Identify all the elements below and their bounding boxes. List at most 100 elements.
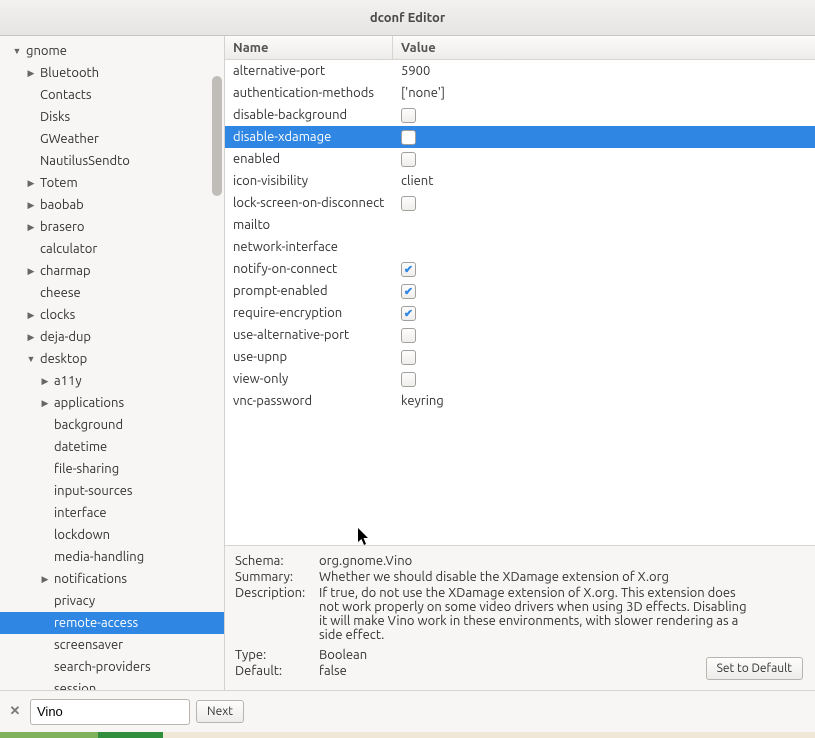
setting-row-enabled[interactable]: enabled — [225, 148, 815, 170]
chevron-right-icon[interactable]: ▶ — [24, 330, 38, 344]
chevron-right-icon[interactable]: ▶ — [24, 66, 38, 80]
tree-item-search-providers[interactable]: search-providers — [0, 656, 224, 678]
tree-item-deja-dup[interactable]: ▶deja-dup — [0, 326, 224, 348]
chevron-right-icon[interactable]: ▶ — [24, 264, 38, 278]
tree-item-desktop[interactable]: ▼desktop — [0, 348, 224, 370]
setting-value[interactable] — [393, 328, 815, 343]
tree-item-label: cheese — [40, 286, 81, 300]
close-icon[interactable]: ✕ — [6, 703, 24, 721]
setting-row-view-only[interactable]: view-only — [225, 368, 815, 390]
chevron-right-icon[interactable]: ▶ — [24, 220, 38, 234]
chevron-down-icon[interactable]: ▼ — [24, 352, 38, 366]
tree-item-session[interactable]: session — [0, 678, 224, 690]
setting-value[interactable]: 5900 — [393, 64, 815, 78]
setting-row-use-alternative-port[interactable]: use-alternative-port — [225, 324, 815, 346]
tree-item-interface[interactable]: interface — [0, 502, 224, 524]
chevron-down-icon[interactable]: ▼ — [10, 44, 24, 58]
setting-row-prompt-enabled[interactable]: prompt-enabled — [225, 280, 815, 302]
next-button[interactable]: Next — [196, 700, 244, 723]
checkbox-icon[interactable] — [401, 130, 416, 145]
setting-row-authentication-methods[interactable]: authentication-methods['none'] — [225, 82, 815, 104]
tree-item-gnome[interactable]: ▼gnome — [0, 40, 224, 62]
tree-item-a11y[interactable]: ▶a11y — [0, 370, 224, 392]
expander-placeholder — [38, 528, 52, 542]
setting-name: prompt-enabled — [225, 284, 393, 298]
expander-placeholder — [38, 638, 52, 652]
checkbox-icon[interactable] — [401, 328, 416, 343]
setting-value[interactable]: keyring — [393, 394, 815, 408]
chevron-right-icon[interactable]: ▶ — [38, 572, 52, 586]
tree-item-file-sharing[interactable]: file-sharing — [0, 458, 224, 480]
chevron-right-icon[interactable]: ▶ — [24, 198, 38, 212]
checkbox-icon[interactable] — [401, 196, 416, 211]
setting-value[interactable] — [393, 372, 815, 387]
chevron-right-icon[interactable]: ▶ — [24, 308, 38, 322]
setting-row-vnc-password[interactable]: vnc-passwordkeyring — [225, 390, 815, 412]
tree-item-gweather[interactable]: GWeather — [0, 128, 224, 150]
setting-value[interactable]: ['none'] — [393, 86, 815, 100]
tree-item-lockdown[interactable]: lockdown — [0, 524, 224, 546]
checkbox-icon[interactable] — [401, 152, 416, 167]
tree-item-contacts[interactable]: Contacts — [0, 84, 224, 106]
tree-item-screensaver[interactable]: screensaver — [0, 634, 224, 656]
tree-item-input-sources[interactable]: input-sources — [0, 480, 224, 502]
setting-row-disable-xdamage[interactable]: disable-xdamage — [225, 126, 815, 148]
tree-item-nautilussendto[interactable]: NautilusSendto — [0, 150, 224, 172]
setting-value[interactable] — [393, 262, 815, 277]
setting-value[interactable]: client — [393, 174, 815, 188]
setting-row-disable-background[interactable]: disable-background — [225, 104, 815, 126]
tree-item-cheese[interactable]: cheese — [0, 282, 224, 304]
tree-item-label: a11y — [54, 374, 82, 388]
tree-item-baobab[interactable]: ▶baobab — [0, 194, 224, 216]
value-description: If true, do not use the XDamage extensio… — [319, 586, 749, 642]
setting-value[interactable] — [393, 196, 815, 211]
checkbox-icon[interactable] — [401, 306, 416, 321]
setting-row-require-encryption[interactable]: require-encryption — [225, 302, 815, 324]
setting-row-network-interface[interactable]: network-interface — [225, 236, 815, 258]
setting-row-mailto[interactable]: mailto — [225, 214, 815, 236]
tree-item-notifications[interactable]: ▶notifications — [0, 568, 224, 590]
set-to-default-button[interactable]: Set to Default — [706, 657, 803, 680]
setting-value[interactable] — [393, 350, 815, 365]
setting-row-use-upnp[interactable]: use-upnp — [225, 346, 815, 368]
tree-item-background[interactable]: background — [0, 414, 224, 436]
setting-row-notify-on-connect[interactable]: notify-on-connect — [225, 258, 815, 280]
tree-item-media-handling[interactable]: media-handling — [0, 546, 224, 568]
chevron-right-icon[interactable]: ▶ — [38, 374, 52, 388]
setting-row-alternative-port[interactable]: alternative-port5900 — [225, 60, 815, 82]
setting-value[interactable] — [393, 284, 815, 299]
tree-item-datetime[interactable]: datetime — [0, 436, 224, 458]
tree-item-brasero[interactable]: ▶brasero — [0, 216, 224, 238]
expander-placeholder — [24, 88, 38, 102]
checkbox-icon[interactable] — [401, 372, 416, 387]
checkbox-icon[interactable] — [401, 284, 416, 299]
tree-item-bluetooth[interactable]: ▶Bluetooth — [0, 62, 224, 84]
tree-item-label: deja-dup — [40, 330, 91, 344]
tree-item-totem[interactable]: ▶Totem — [0, 172, 224, 194]
setting-value[interactable] — [393, 130, 815, 145]
expander-placeholder — [24, 242, 38, 256]
column-header-name[interactable]: Name — [225, 36, 393, 59]
tree-item-privacy[interactable]: privacy — [0, 590, 224, 612]
chevron-right-icon[interactable]: ▶ — [24, 176, 38, 190]
checkbox-icon[interactable] — [401, 108, 416, 123]
setting-value[interactable] — [393, 108, 815, 123]
tree-item-remote-access[interactable]: remote-access — [0, 612, 224, 634]
tree-item-calculator[interactable]: calculator — [0, 238, 224, 260]
search-input[interactable] — [30, 699, 190, 725]
column-header-value[interactable]: Value — [393, 41, 815, 55]
chevron-right-icon[interactable]: ▶ — [38, 396, 52, 410]
tree-item-charmap[interactable]: ▶charmap — [0, 260, 224, 282]
tree-item-disks[interactable]: Disks — [0, 106, 224, 128]
tree-item-label: privacy — [54, 594, 95, 608]
checkbox-icon[interactable] — [401, 262, 416, 277]
sidebar-scrollbar[interactable] — [212, 76, 222, 196]
tree-item-clocks[interactable]: ▶clocks — [0, 304, 224, 326]
setting-value[interactable] — [393, 152, 815, 167]
tree-item-applications[interactable]: ▶applications — [0, 392, 224, 414]
setting-value[interactable] — [393, 306, 815, 321]
checkbox-icon[interactable] — [401, 350, 416, 365]
setting-row-icon-visibility[interactable]: icon-visibilityclient — [225, 170, 815, 192]
expander-placeholder — [38, 616, 52, 630]
setting-row-lock-screen-on-disconnect[interactable]: lock-screen-on-disconnect — [225, 192, 815, 214]
